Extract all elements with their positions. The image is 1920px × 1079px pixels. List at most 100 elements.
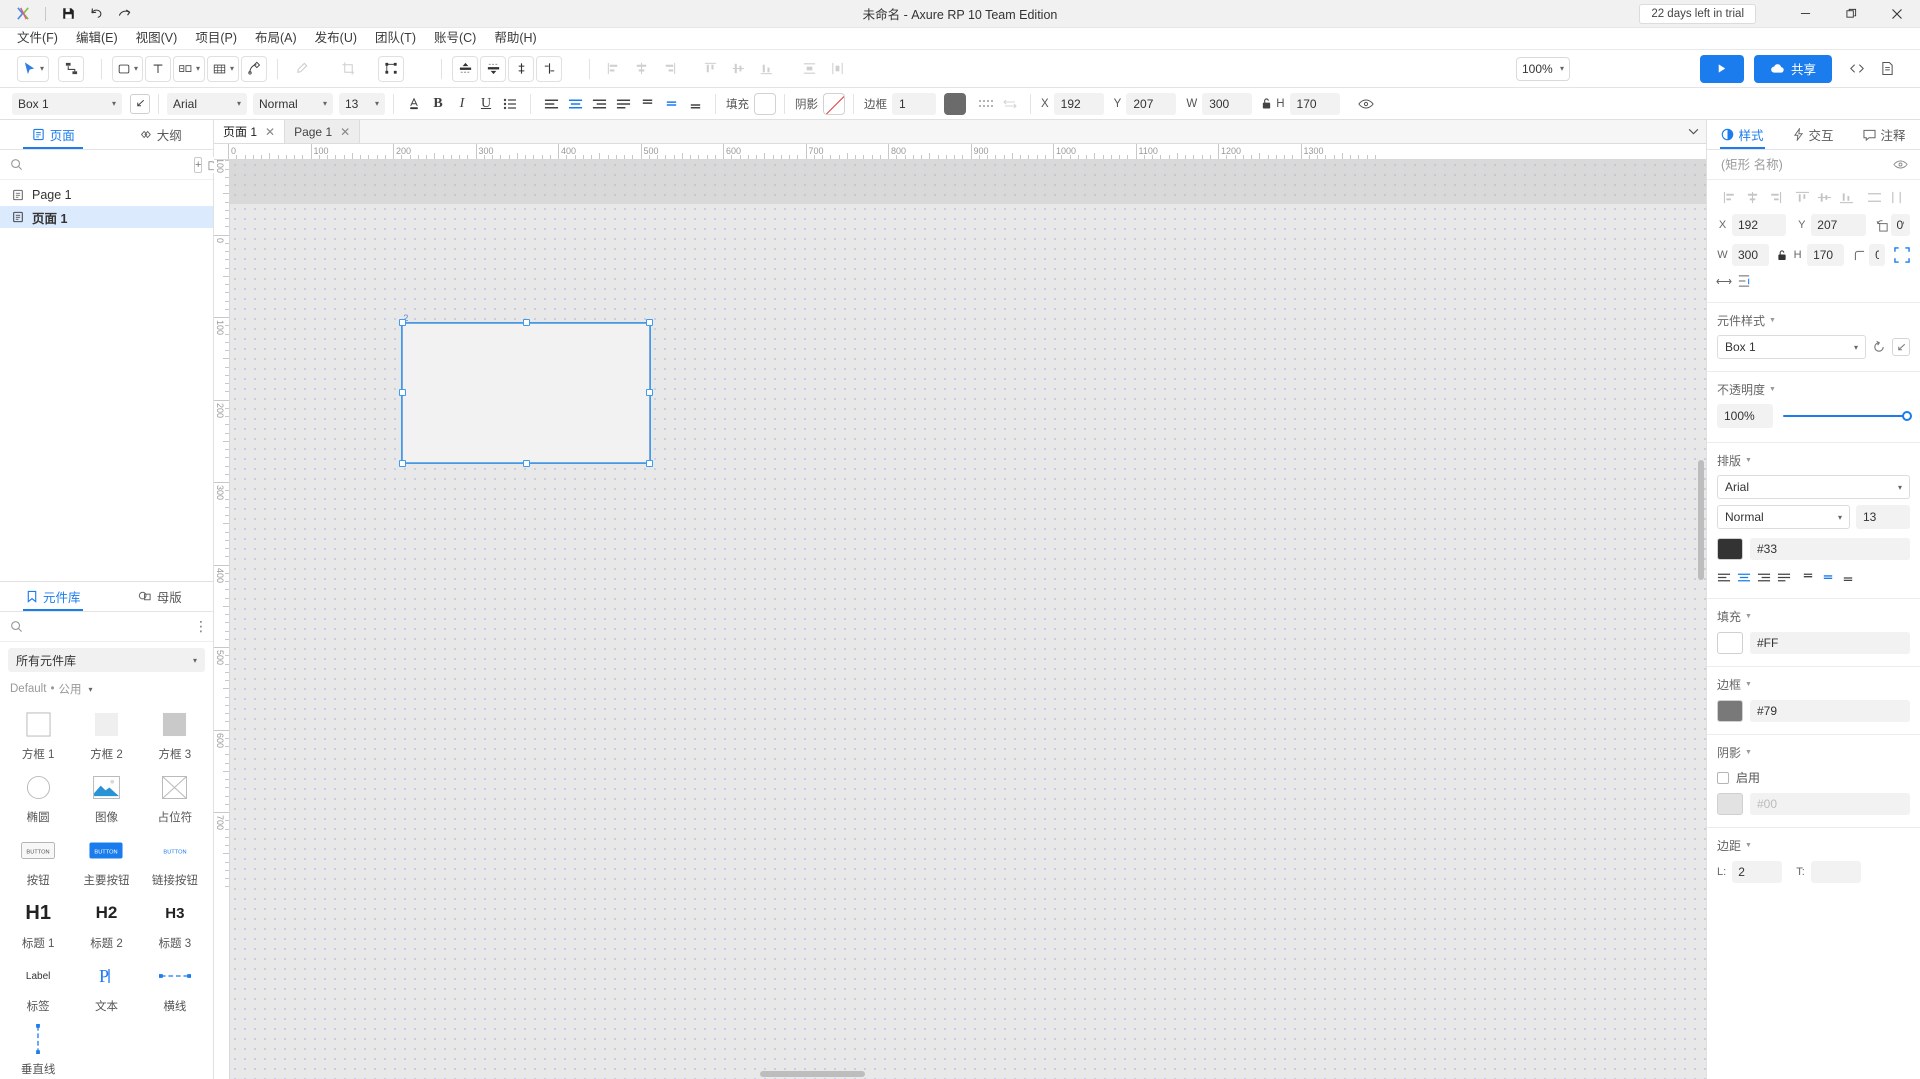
shadow-section-header[interactable]: 阴影 ▼ <box>1707 735 1920 765</box>
code-view-button[interactable] <box>1842 55 1872 83</box>
zoom-level-select[interactable]: 100% ▾ <box>1516 57 1570 81</box>
shadow-color-value[interactable]: #00 <box>1750 793 1910 815</box>
opacity-slider-knob[interactable] <box>1902 411 1912 421</box>
tab-style[interactable]: 样式 <box>1707 120 1778 149</box>
widget-ellipse[interactable]: 椭圆 <box>4 766 72 829</box>
tab-outline[interactable]: 大纲 <box>107 120 214 149</box>
expand-corners-icon[interactable] <box>1894 247 1910 263</box>
distribute-v-icon[interactable] <box>1888 188 1906 206</box>
corner-radius-input[interactable] <box>1869 244 1885 266</box>
valign-middle-icon[interactable] <box>1819 568 1837 586</box>
pen-tool[interactable] <box>241 56 267 82</box>
fill-color-swatch[interactable] <box>754 93 776 115</box>
width-input[interactable]: 300 <box>1202 93 1252 115</box>
valign-middle-icon[interactable] <box>659 92 683 116</box>
align-center-icon[interactable] <box>563 92 587 116</box>
opacity-slider[interactable] <box>1783 404 1910 428</box>
widget-primary-button[interactable]: BUTTON 主要按钮 <box>72 829 140 892</box>
padding-section-header[interactable]: 边距 ▼ <box>1707 828 1920 858</box>
menu-help[interactable]: 帮助(H) <box>485 28 545 49</box>
menu-layout[interactable]: 布局(A) <box>246 28 306 49</box>
font-size-select[interactable]: 13 ▾ <box>339 93 385 115</box>
widget-h1[interactable]: H1 标题 1 <box>4 892 72 955</box>
opacity-section-header[interactable]: 不透明度 ▼ <box>1707 372 1920 402</box>
vertical-ruler[interactable]: -1000100200300400500600700 <box>214 160 230 1079</box>
fit-height-icon[interactable] <box>1735 272 1753 290</box>
distribute-vertical-button[interactable] <box>824 56 850 82</box>
font-color-swatch[interactable] <box>1717 538 1743 560</box>
font-weight-select[interactable]: Normal ▾ <box>253 93 333 115</box>
horizontal-ruler[interactable]: 0100200300400500600700800900100011001200… <box>214 144 1706 160</box>
tab-widget-library[interactable]: 元件库 <box>0 582 107 611</box>
height-input[interactable] <box>1807 244 1844 266</box>
border-section-header[interactable]: 边框 ▼ <box>1707 667 1920 697</box>
canvas-viewport[interactable]: 2 <box>230 160 1706 1079</box>
rectangle-tool[interactable]: ▾ <box>112 56 143 82</box>
shadow-color-swatch[interactable] <box>823 93 845 115</box>
distribute-h-icon[interactable] <box>1866 188 1884 206</box>
align-left-icon[interactable] <box>1722 188 1740 206</box>
distribute-horizontal-button[interactable] <box>796 56 822 82</box>
align-right-icon[interactable] <box>1766 188 1784 206</box>
valign-bottom-icon[interactable] <box>683 92 707 116</box>
minimize-button[interactable] <box>1782 0 1828 28</box>
canvas-tabs-overflow-button[interactable] <box>1680 120 1706 143</box>
fill-color-swatch[interactable] <box>1717 632 1743 654</box>
fill-color-value[interactable]: #FF <box>1750 632 1910 654</box>
ungroup-widgets-button[interactable] <box>536 56 562 82</box>
trial-badge[interactable]: 22 days left in trial <box>1639 4 1756 24</box>
height-input[interactable]: 170 <box>1290 93 1340 115</box>
padding-left-input[interactable] <box>1732 861 1782 883</box>
border-style-icon[interactable] <box>974 92 998 116</box>
redo-icon[interactable] <box>111 3 137 25</box>
bullet-list-icon[interactable] <box>498 92 522 116</box>
font-family-select[interactable]: Arial ▾ <box>167 93 247 115</box>
close-icon[interactable]: ✕ <box>340 125 350 139</box>
group-widgets-button[interactable] <box>508 56 534 82</box>
preview-button[interactable] <box>1700 55 1744 83</box>
y-input[interactable] <box>1811 214 1865 236</box>
resize-handle[interactable] <box>523 460 530 467</box>
resize-handle[interactable] <box>646 389 653 396</box>
library-scroll[interactable]: Default • 公用 ▾ 方框 1 <box>0 674 213 1079</box>
lock-aspect-icon[interactable] <box>1777 249 1788 261</box>
resize-handle[interactable] <box>523 319 530 326</box>
align-left-icon[interactable] <box>539 92 563 116</box>
valign-top-icon[interactable] <box>635 92 659 116</box>
align-right-icon[interactable] <box>1755 568 1773 586</box>
widget-button[interactable]: BUTTON 按钮 <box>4 829 72 892</box>
x-input[interactable] <box>1732 214 1786 236</box>
eyedropper-tool[interactable] <box>288 56 314 82</box>
widget-placeholder[interactable]: 占位符 <box>141 766 209 829</box>
resize-handle[interactable] <box>646 460 653 467</box>
bring-to-front-button[interactable] <box>452 56 478 82</box>
resize-handle[interactable] <box>399 460 406 467</box>
undo-icon[interactable] <box>83 3 109 25</box>
select-tool[interactable]: ▾ <box>17 56 49 82</box>
align-center-icon[interactable] <box>1744 188 1762 206</box>
widget-h2[interactable]: H2 标题 2 <box>72 892 140 955</box>
menu-team[interactable]: 团队(T) <box>366 28 425 49</box>
align-center-icon[interactable] <box>1735 568 1753 586</box>
library-options-icon[interactable]: ⋮ <box>194 619 209 635</box>
font-size-input[interactable] <box>1856 505 1910 529</box>
canvas-horizontal-scrollbar-track[interactable] <box>230 1070 1706 1079</box>
menu-view[interactable]: 视图(V) <box>127 28 187 49</box>
widget-name-input[interactable] <box>1719 157 1893 173</box>
widget-paragraph[interactable]: P 文本 <box>72 955 140 1018</box>
widget-image[interactable]: 图像 <box>72 766 140 829</box>
fill-section-header[interactable]: 填充 ▼ <box>1707 599 1920 629</box>
menu-publish[interactable]: 发布(U) <box>306 28 366 49</box>
x-position-input[interactable]: 192 <box>1054 93 1104 115</box>
align-center-button[interactable] <box>628 56 654 82</box>
align-bottom-button[interactable] <box>753 56 779 82</box>
connector-tool[interactable] <box>58 56 84 82</box>
align-justify-icon[interactable] <box>1775 568 1793 586</box>
canvas-vertical-scrollbar[interactable] <box>1698 460 1704 580</box>
tab-pages[interactable]: 页面 <box>0 120 107 149</box>
share-button[interactable]: 共享 <box>1754 55 1832 83</box>
border-color-swatch[interactable] <box>944 93 966 115</box>
padding-top-input[interactable] <box>1811 861 1861 883</box>
align-top-icon[interactable] <box>1794 188 1812 206</box>
canvas-horizontal-scrollbar[interactable] <box>760 1071 865 1077</box>
